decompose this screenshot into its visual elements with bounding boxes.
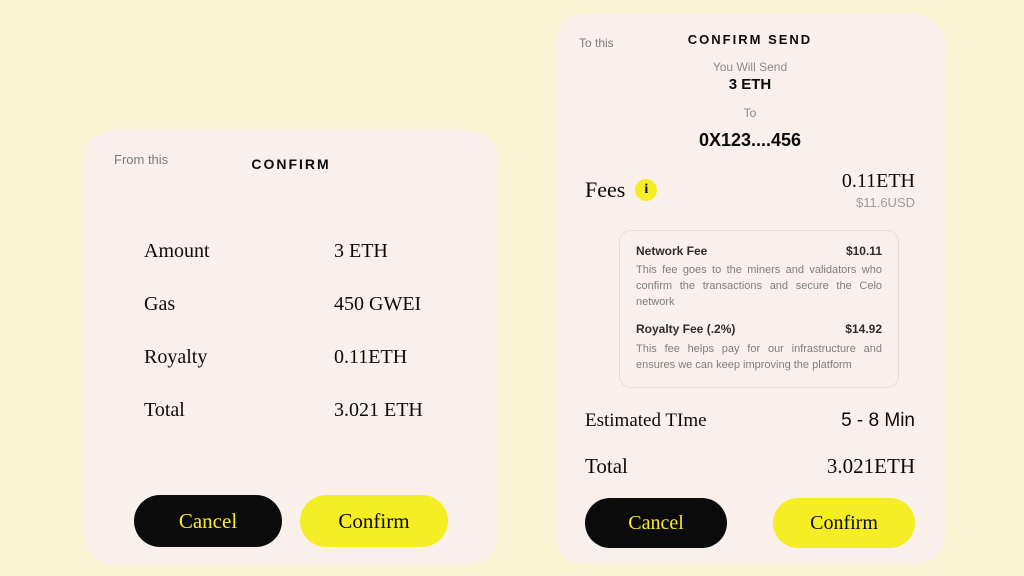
network-fee-description: This fee goes to the miners and validato… (636, 263, 882, 311)
royalty-fee-name: Royalty Fee (.2%) (636, 321, 735, 338)
row-value: 3 ETH (334, 240, 388, 263)
row-label: Amount (144, 240, 334, 263)
royalty-fee-header: Royalty Fee (.2%) $14.92 (636, 321, 882, 338)
total-value: 3.021ETH (827, 454, 915, 479)
action-buttons: Cancel Confirm (585, 498, 915, 548)
estimated-time-value: 5 - 8 Min (841, 410, 915, 432)
fees-eth: 0.11ETH (842, 170, 915, 193)
network-fee-header: Network Fee $10.11 (636, 243, 882, 260)
network-fee-name: Network Fee (636, 243, 707, 260)
royalty-fee-amount: $14.92 (845, 321, 882, 338)
estimated-time-label: Estimated TIme (585, 410, 707, 432)
to-label: To (555, 106, 945, 120)
total-row: Total 3.021ETH (585, 454, 915, 479)
action-buttons: Cancel Confirm (134, 495, 448, 547)
summary-rows: Amount 3 ETH Gas 450 GWEI Royalty 0.11ET… (144, 240, 448, 452)
confirm-card-simple: From this CONFIRM Amount 3 ETH Gas 450 G… (84, 130, 498, 565)
row-value: 3.021 ETH (334, 399, 423, 422)
row-value: 450 GWEI (334, 293, 421, 316)
you-will-send-label: You Will Send (555, 60, 945, 74)
cancel-button[interactable]: Cancel (585, 498, 727, 548)
row-value: 0.11ETH (334, 346, 407, 369)
recipient-address: 0X123....456 (555, 130, 945, 151)
confirm-button[interactable]: Confirm (773, 498, 915, 548)
fees-value: 0.11ETH $11.6USD (842, 170, 915, 210)
row-total: Total 3.021 ETH (144, 399, 448, 422)
fees-usd: $11.6USD (842, 195, 915, 210)
total-label: Total (585, 454, 628, 479)
send-amount: 3 ETH (555, 76, 945, 93)
row-amount: Amount 3 ETH (144, 240, 448, 263)
fee-breakdown: Network Fee $10.11 This fee goes to the … (619, 230, 899, 388)
card-title: CONFIRM (84, 156, 498, 172)
confirm-send-card: To this CONFIRM SEND You Will Send 3 ETH… (555, 14, 945, 564)
row-gas: Gas 450 GWEI (144, 293, 448, 316)
estimated-time-row: Estimated TIme 5 - 8 Min (585, 410, 915, 432)
info-icon[interactable]: i (635, 179, 657, 201)
cancel-button[interactable]: Cancel (134, 495, 282, 547)
row-label: Royalty (144, 346, 334, 369)
fees-label: Fees (585, 177, 625, 203)
row-label: Gas (144, 293, 334, 316)
confirm-button[interactable]: Confirm (300, 495, 448, 547)
network-fee-amount: $10.11 (846, 243, 882, 260)
row-royalty: Royalty 0.11ETH (144, 346, 448, 369)
card-title: CONFIRM SEND (555, 32, 945, 47)
row-label: Total (144, 399, 334, 422)
royalty-fee-description: This fee helps pay for our infrastructur… (636, 342, 882, 374)
fees-row: Fees i 0.11ETH $11.6USD (585, 170, 915, 210)
